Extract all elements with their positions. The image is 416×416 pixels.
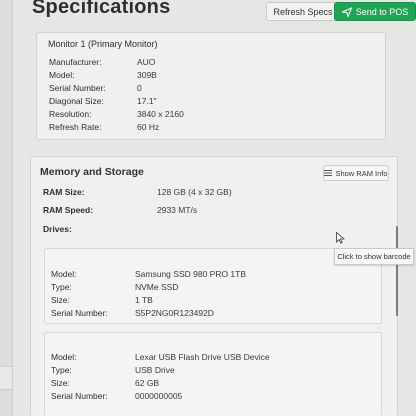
row-value: Samsung SSD 980 PRO 1TB [135, 269, 247, 279]
drive-row-model: Model: Samsung SSD 980 PRO 1TB [51, 269, 246, 279]
row-label: Model: [49, 70, 75, 80]
ram-size-label: RAM Size: [43, 187, 85, 197]
memory-storage-title: Memory and Storage [40, 166, 144, 178]
row-value: AUO [137, 57, 156, 67]
drive-row-size: Size: 1 TB [51, 295, 153, 305]
monitor-row-diagonal: Diagonal Size: 17.1" [49, 96, 157, 106]
drive-row-model: Model: Lexar USB Flash Drive USB Device [51, 352, 270, 362]
ram-size-row: RAM Size: 128 GB (4 x 32 GB) [43, 187, 232, 197]
row-value: NVMe SSD [135, 282, 179, 292]
scrollbar[interactable] [396, 226, 398, 316]
send-to-pos-button[interactable]: Send to POS [334, 2, 416, 21]
row-label: Model: [51, 269, 77, 279]
row-label: Resolution: [49, 109, 92, 119]
barcode-tooltip: Click to show barcode [334, 248, 414, 265]
ram-speed-row: RAM Speed: 2933 MT/s [43, 205, 197, 215]
row-label: Diagonal Size: [49, 96, 104, 106]
ram-speed-value: 2933 MT/s [157, 205, 198, 215]
list-icon [324, 170, 333, 176]
show-ram-info-button[interactable]: Show RAM Info [323, 165, 389, 181]
drives-label: Drives: [43, 224, 72, 234]
sidebar-notch[interactable] [0, 366, 12, 390]
monitor-card: Monitor 1 (Primary Monitor) Manufacturer… [36, 32, 386, 140]
row-label: Size: [51, 378, 70, 388]
mouse-cursor-icon [336, 232, 345, 244]
row-label: Manufacturer: [49, 57, 102, 67]
monitor-row-manufacturer: Manufacturer: AUO [49, 57, 155, 67]
row-value: 60 Hz [137, 122, 160, 132]
row-label: Refresh Rate: [49, 122, 102, 132]
row-value: USB Drive [135, 365, 175, 375]
send-to-pos-label: Send to POS [355, 6, 409, 17]
row-label: Type: [51, 365, 72, 375]
sidebar-edge [0, 0, 13, 416]
refresh-specs-label: Refresh Specs [273, 6, 333, 17]
header: Specifications Refresh Specs Send to POS [12, 0, 416, 30]
ram-size-value: 128 GB (4 x 32 GB) [157, 187, 232, 197]
row-label: Size: [51, 295, 70, 305]
drive-row-serial: Serial Number: S5P2NG0R123492D [51, 308, 214, 318]
row-label: Type: [51, 282, 72, 292]
row-label: Model: [51, 352, 77, 362]
show-ram-info-label: Show RAM Info [335, 168, 388, 178]
monitor-row-model: Model: 309B [49, 70, 157, 80]
drive-row-type: Type: USB Drive [51, 365, 175, 375]
row-value: S5P2NG0R123492D [135, 308, 214, 318]
drive-card[interactable]: Model: Samsung SSD 980 PRO 1TB Type: NVM… [44, 248, 382, 324]
row-label: Serial Number: [51, 391, 108, 401]
row-label: Serial Number: [51, 308, 108, 318]
refresh-specs-button[interactable]: Refresh Specs [266, 2, 340, 21]
row-value: 3840 x 2160 [137, 109, 184, 119]
row-value: 0 [137, 83, 142, 93]
drive-row-type: Type: NVMe SSD [51, 282, 178, 292]
monitor-title: Monitor 1 (Primary Monitor) [48, 39, 158, 49]
monitor-row-resolution: Resolution: 3840 x 2160 [49, 109, 184, 119]
row-value: 309B [137, 70, 157, 80]
row-value: Lexar USB Flash Drive USB Device [135, 352, 270, 362]
row-value: 0000000005 [135, 391, 183, 401]
monitor-row-refresh-rate: Refresh Rate: 60 Hz [49, 122, 159, 132]
monitor-row-serial: Serial Number: 0 [49, 83, 142, 93]
send-icon [341, 6, 352, 17]
drive-row-size: Size: 62 GB [51, 378, 159, 388]
ram-speed-label: RAM Speed: [43, 205, 94, 215]
row-value: 1 TB [135, 295, 153, 305]
row-value: 17.1" [137, 96, 157, 106]
drive-card[interactable]: Model: Lexar USB Flash Drive USB Device … [44, 332, 382, 416]
row-value: 62 GB [135, 378, 160, 388]
page-title: Specifications [32, 0, 171, 18]
row-label: Serial Number: [49, 83, 106, 93]
drive-row-serial: Serial Number: 0000000005 [51, 391, 182, 401]
